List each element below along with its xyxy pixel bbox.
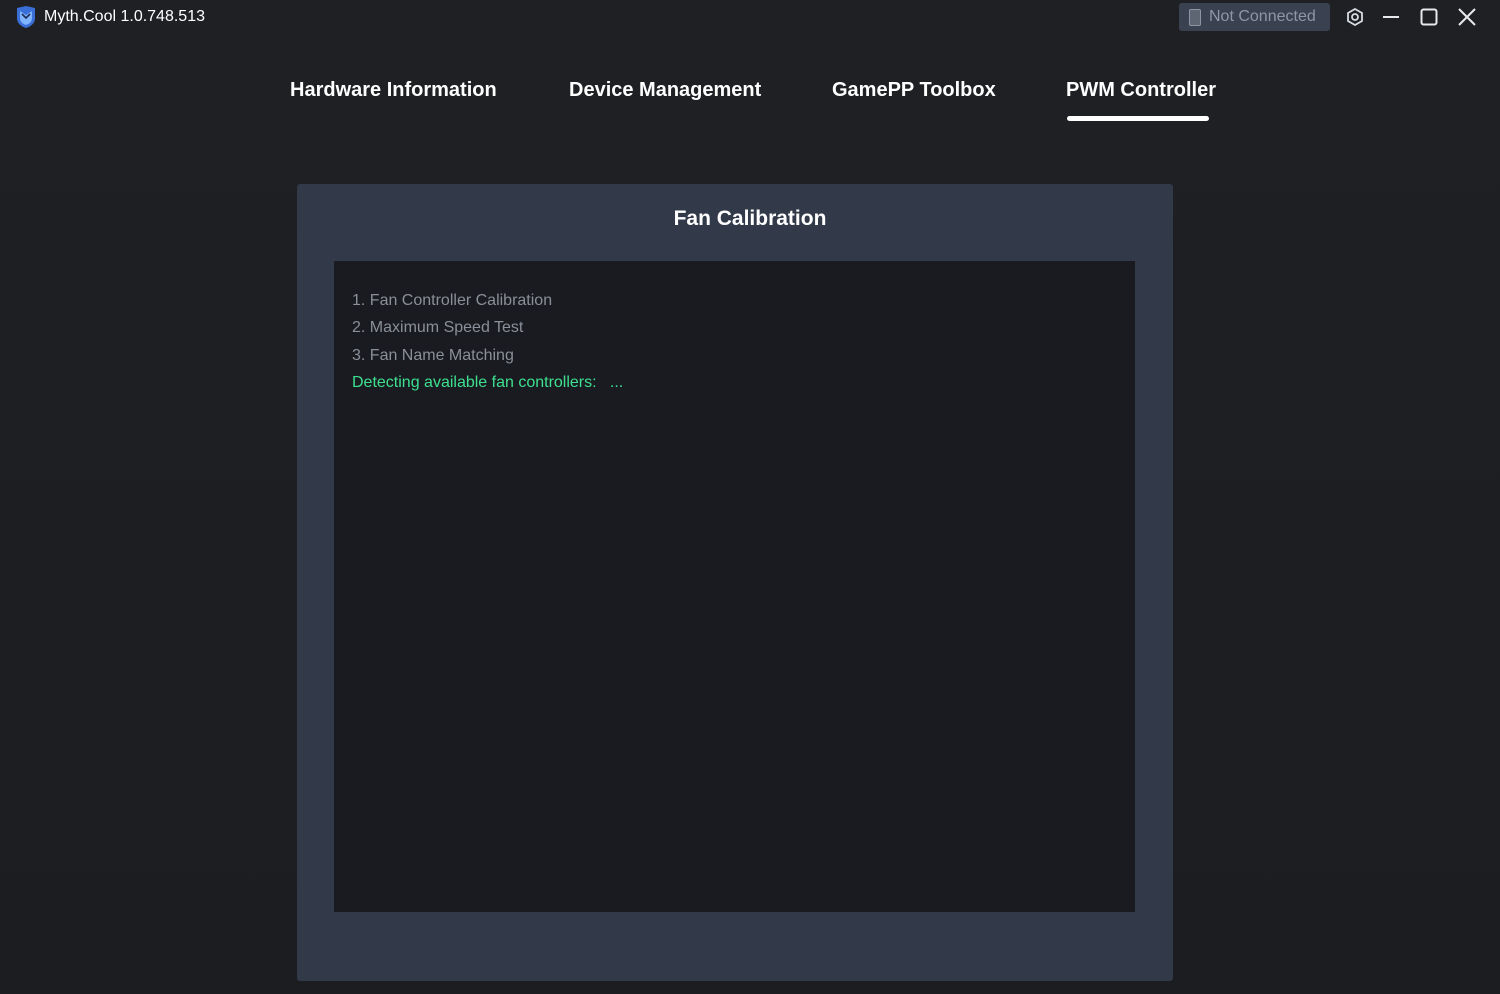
minimize-button[interactable]: [1377, 4, 1405, 30]
close-button[interactable]: [1453, 4, 1481, 30]
settings-button[interactable]: [1341, 4, 1369, 30]
minimize-icon: [1383, 16, 1399, 18]
tab-hardware-information[interactable]: Hardware Information: [290, 79, 497, 102]
connection-status-text: Not Connected: [1209, 8, 1316, 25]
app-title: Myth.Cool 1.0.748.513: [44, 8, 205, 25]
log-line: 2. Maximum Speed Test: [352, 319, 524, 336]
active-tab-indicator: [1067, 116, 1209, 121]
log-line: 3. Fan Name Matching: [352, 347, 514, 364]
connection-status-badge[interactable]: Not Connected: [1179, 3, 1330, 31]
app-window: Myth.Cool 1.0.748.513 Not Connected Hard…: [0, 0, 1500, 994]
phone-icon: [1189, 8, 1201, 26]
tab-device-management[interactable]: Device Management: [569, 79, 761, 102]
log-status-line: Detecting available fan controllers: ...: [352, 374, 624, 391]
settings-hex-icon: [1347, 8, 1363, 26]
tab-pwm-controller[interactable]: PWM Controller: [1066, 79, 1216, 102]
tab-gamepp-toolbox[interactable]: GamePP Toolbox: [832, 79, 996, 102]
close-icon: [1458, 8, 1476, 26]
maximize-button[interactable]: [1415, 4, 1443, 30]
maximize-icon: [1420, 8, 1438, 26]
app-logo-icon: [17, 6, 35, 28]
panel-title: Fan Calibration: [673, 207, 827, 230]
title-bar[interactable]: Myth.Cool 1.0.748.513 Not Connected: [0, 0, 1500, 36]
log-line: 1. Fan Controller Calibration: [352, 292, 553, 309]
